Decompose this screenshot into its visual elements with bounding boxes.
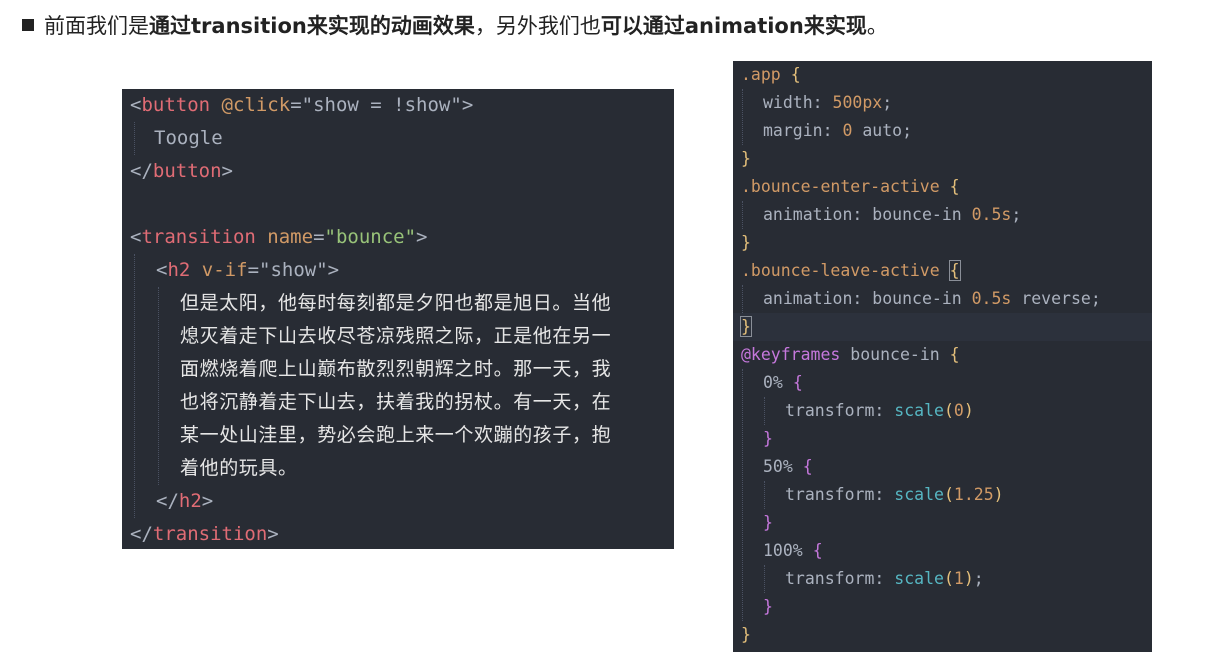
code-text-line: 面燃烧着爬上山巅布散烈烈朝辉之时。那一天，我: [180, 358, 612, 380]
css-line-19: transform: scale(1);: [785, 569, 984, 588]
indent-guide: [134, 122, 135, 155]
square-bullet-icon: [22, 19, 34, 31]
css-line-21: }: [741, 625, 751, 644]
code-line-3: </button>: [130, 160, 233, 182]
css-line-8: .bounce-leave-active {: [741, 260, 961, 281]
css-line-3: margin: 0 auto;: [763, 121, 913, 140]
indent-guide: [742, 369, 743, 621]
css-line-5: .bounce-enter-active {: [741, 177, 960, 196]
heading-text-3: 。: [866, 14, 888, 38]
css-line-9: animation: bounce-in 0.5s reverse;: [763, 289, 1101, 308]
indent-guide: [742, 89, 743, 145]
indent-guide: [764, 565, 765, 593]
code-line-6: <h2 v-if="show">: [156, 259, 340, 281]
code-line-14: </transition>: [130, 523, 279, 545]
css-line-11: @keyframes bounce-in {: [741, 345, 960, 364]
code-text-line: 也将沉静着走下山去，扶着我的拐杖。有一天，在: [180, 391, 612, 413]
css-line-20: }: [763, 597, 773, 616]
code-line-2: Toogle: [154, 127, 223, 149]
css-line-15: 50% {: [763, 457, 813, 476]
css-line-6: animation: bounce-in 0.5s;: [763, 205, 1022, 224]
code-line-5: <transition name="bounce">: [130, 226, 428, 248]
code-text-line: 但是太阳，他每时每刻都是夕阳也都是旭日。当他: [180, 292, 612, 314]
heading-text-1: 前面我们是: [44, 14, 149, 38]
css-line-12: 0% {: [763, 373, 803, 392]
indent-guide: [134, 254, 135, 518]
code-text-line: 熄灭着走下山去收尽苍凉残照之际，正是他在另一: [180, 325, 612, 347]
code-line-1: <button @click="show = !show">: [130, 94, 474, 116]
heading-text-2: ，另外我们也: [474, 14, 601, 38]
css-line-1: .app {: [741, 65, 801, 84]
current-line-highlight: [733, 313, 1152, 341]
css-line-10: }: [740, 316, 752, 337]
css-line-2: width: 500px;: [763, 93, 893, 112]
css-line-7: }: [741, 233, 751, 252]
indent-guide: [742, 285, 743, 313]
indent-guide: [158, 287, 159, 485]
style-code-block: .app { width: 500px; margin: 0 auto; } .…: [733, 61, 1152, 652]
heading-bold-1: 通过transition来实现的动画效果: [149, 14, 475, 38]
css-line-16: transform: scale(1.25): [785, 485, 1004, 504]
code-text-line: 着他的玩具。: [180, 457, 298, 479]
heading-bold-2: 可以通过animation来实现: [600, 14, 867, 38]
css-line-14: }: [763, 429, 773, 448]
code-text-line: 某一处山洼里，势必会跑上来一个欢蹦的孩子，抱: [180, 424, 612, 446]
css-line-4: }: [741, 149, 751, 168]
indent-guide: [764, 481, 765, 509]
code-line-13: </h2>: [156, 490, 214, 512]
indent-guide: [742, 201, 743, 229]
css-line-18: 100% {: [763, 541, 823, 560]
template-code-block: <button @click="show = !show"> Toogle </…: [122, 89, 674, 549]
indent-guide: [764, 397, 765, 425]
css-line-13: transform: scale(0): [785, 401, 974, 420]
css-line-17: }: [763, 513, 773, 532]
section-heading: 前面我们是 通过transition来实现的动画效果 ，另外我们也 可以通过anima…: [22, 8, 888, 42]
